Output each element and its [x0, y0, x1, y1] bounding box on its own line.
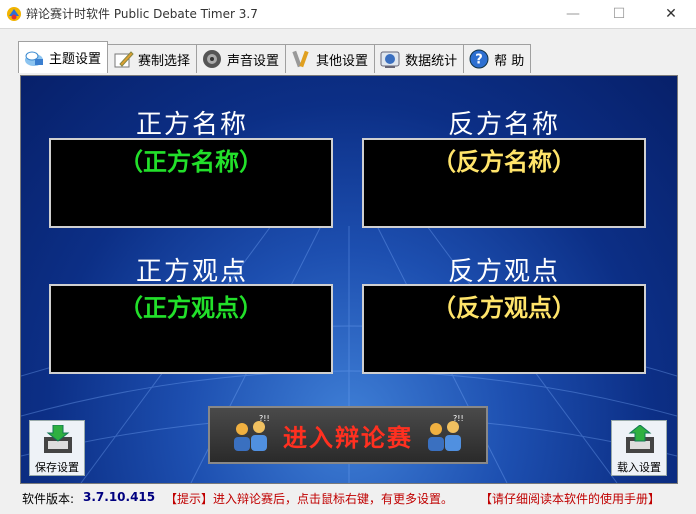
- affirmative-name-label: 正方名称: [135, 110, 248, 140]
- tab-statistics[interactable]: 数据统计: [374, 44, 465, 73]
- save-settings-label: 保存设置: [35, 461, 79, 474]
- enter-debate-label: 进入辩论赛: [283, 422, 413, 452]
- affirmative-view-display[interactable]: （正方观点）: [49, 284, 333, 374]
- speaker-icon: [203, 50, 222, 68]
- svg-text:?!!: ?!!: [259, 414, 270, 423]
- tab-sound-settings[interactable]: 声音设置: [196, 44, 287, 73]
- tab-theme-settings[interactable]: 主题设置: [18, 41, 109, 73]
- tab-format-select[interactable]: 赛制选择: [107, 44, 198, 73]
- tab-label: 其他设置: [316, 53, 369, 69]
- window-title: 辩论赛计时软件 Public Debate Timer 3.7: [26, 7, 258, 21]
- manual-link[interactable]: 【请仔细阅读本软件的使用手册】: [480, 490, 660, 506]
- tab-label: 主题设置: [49, 52, 102, 67]
- tab-label: 声音设置: [227, 53, 280, 69]
- negative-view-label: 反方观点: [447, 257, 560, 287]
- negative-name-display[interactable]: （反方名称）: [362, 138, 646, 228]
- negative-name-label: 反方名称: [447, 110, 560, 140]
- chart-icon: [380, 51, 400, 68]
- version-label: 软件版本:: [22, 492, 75, 506]
- load-icon: [626, 425, 654, 453]
- app-icon: [7, 7, 21, 21]
- tip-text: 【提示】进入辩论赛后，点击鼠标右键，有更多设置。: [165, 492, 454, 506]
- debaters-icon: ?!!: [234, 414, 270, 451]
- tab-label: 赛制选择: [138, 53, 191, 69]
- tab-bar: 主题设置 赛制选择 声音设置 其他设置 数据统计 ? 帮 助: [18, 41, 532, 74]
- help-icon: ?: [469, 49, 489, 69]
- close-button[interactable]: ✕: [648, 0, 694, 28]
- maximize-button[interactable]: ☐: [596, 0, 642, 28]
- negative-name-value: （反方名称）: [432, 147, 576, 176]
- title-bar: 辩论赛计时软件 Public Debate Timer 3.7 — ☐ ✕: [0, 0, 696, 29]
- pen-icon: [114, 51, 134, 68]
- svg-text:?: ?: [475, 53, 483, 68]
- save-settings-button[interactable]: 保存设置: [29, 420, 85, 476]
- affirmative-view-value: （正方观点）: [119, 293, 263, 322]
- tab-help[interactable]: ? 帮 助: [463, 44, 532, 73]
- load-settings-button[interactable]: 载入设置: [611, 420, 667, 476]
- load-settings-label: 载入设置: [617, 461, 661, 474]
- affirmative-name-display[interactable]: （正方名称）: [49, 138, 333, 228]
- debaters-icon: ?!!: [428, 414, 464, 451]
- theme-settings-panel: 正方名称 （正方名称） 反方名称 （反方名称） 正方观点 （正方观点） 反方观点…: [20, 75, 678, 484]
- version-value: 3.7.10.415: [83, 490, 156, 504]
- tab-other-settings[interactable]: 其他设置: [285, 44, 376, 73]
- affirmative-view-label: 正方观点: [135, 257, 248, 287]
- theme-icon: [25, 51, 43, 66]
- negative-view-value: （反方观点）: [432, 293, 576, 322]
- minimize-button[interactable]: —: [550, 0, 596, 28]
- affirmative-name-value: （正方名称）: [119, 147, 263, 176]
- tools-icon: [292, 50, 309, 68]
- tab-label: 帮 助: [494, 53, 525, 69]
- tab-label: 数据统计: [405, 53, 458, 69]
- negative-view-display[interactable]: （反方观点）: [362, 284, 646, 374]
- save-icon: [44, 425, 72, 453]
- svg-text:?!!: ?!!: [453, 414, 464, 423]
- enter-debate-button[interactable]: ?!! 进入辩论赛 ?!!: [208, 406, 488, 464]
